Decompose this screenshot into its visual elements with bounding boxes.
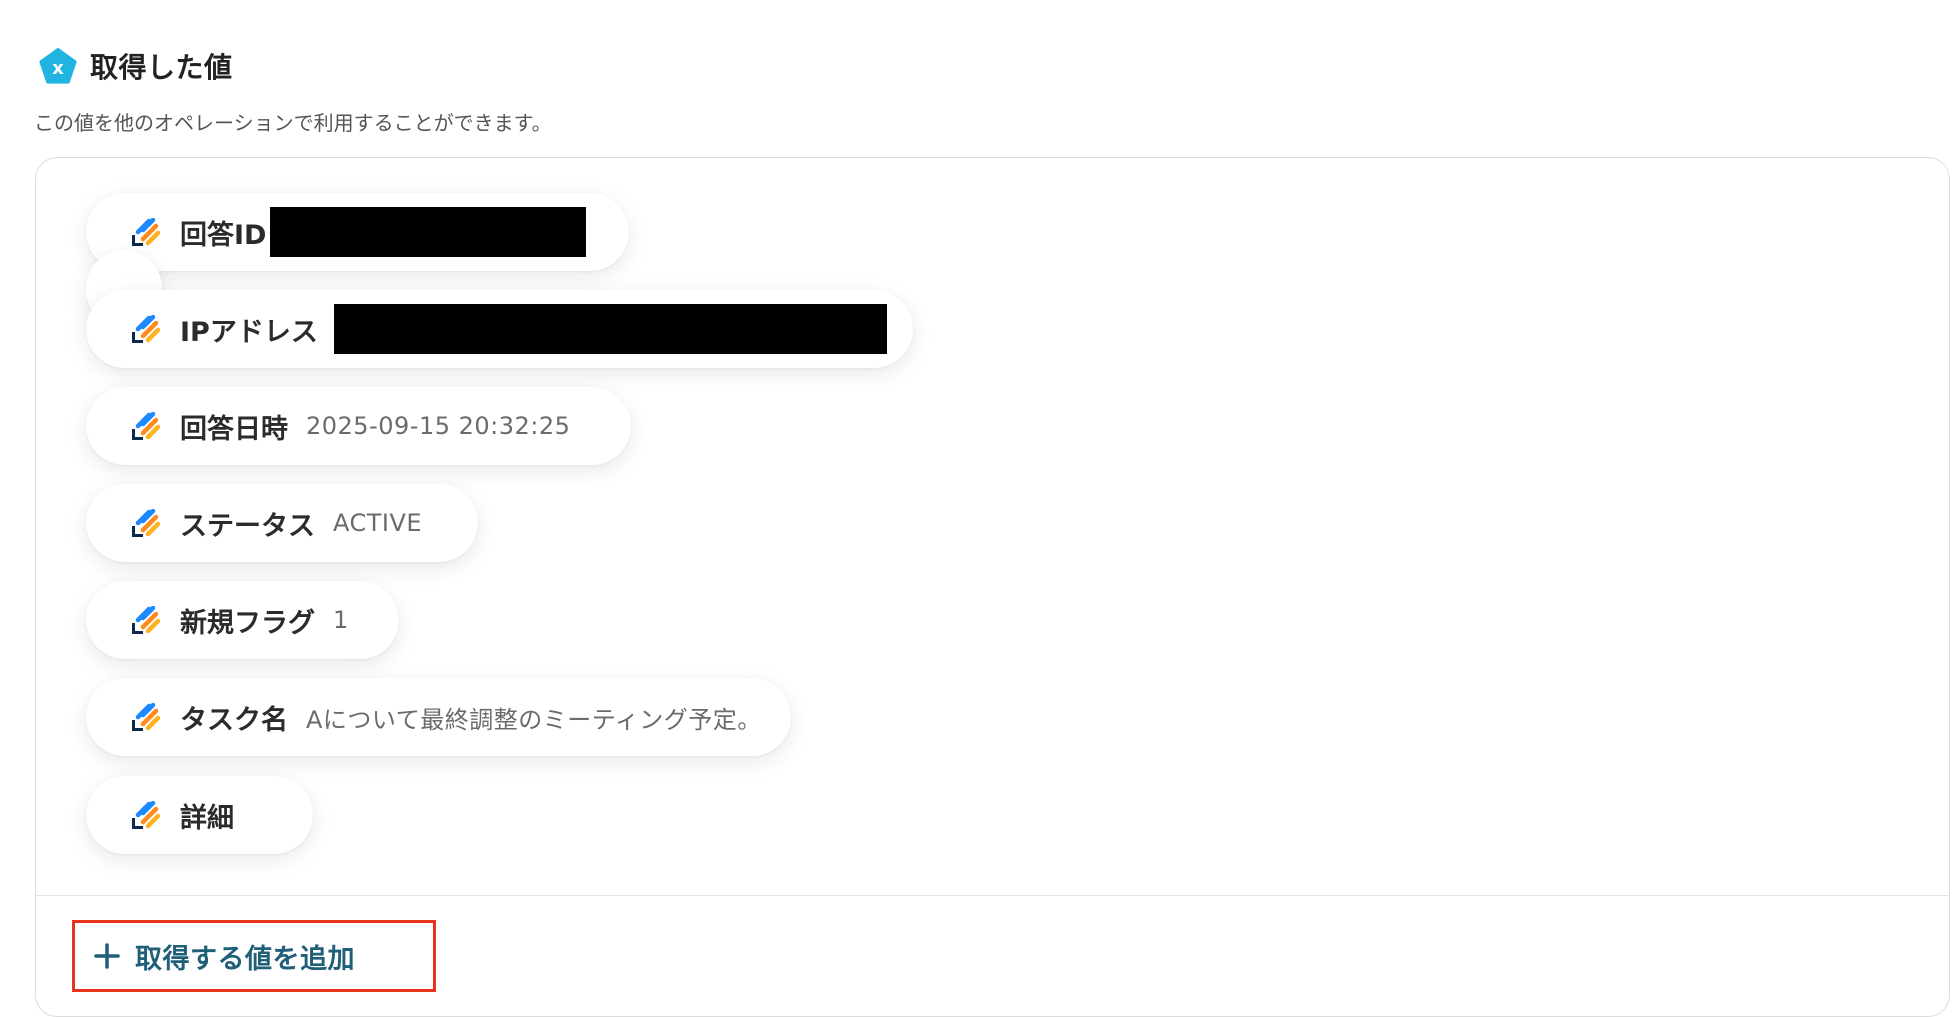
section-title: 取得した値	[90, 51, 233, 84]
value-chip-status[interactable]: ステータス ACTIVE	[86, 484, 478, 562]
chip-label: 新規フラグ	[180, 607, 315, 639]
section-header: x 取得した値	[37, 45, 233, 87]
app-stripes-icon	[132, 412, 160, 440]
value-chip-ip[interactable]: IPアドレス	[86, 290, 913, 368]
add-value-button[interactable]: 取得する値を追加	[72, 920, 436, 992]
chip-label: タスク名	[180, 704, 288, 736]
app-stripes-icon	[132, 703, 160, 731]
app-stripes-icon	[132, 315, 160, 343]
chip-label: 回答日時	[180, 413, 288, 445]
chip-label: 回答ID	[180, 219, 267, 251]
svg-text:x: x	[52, 58, 64, 79]
chip-value: Aについて最終調整のミーティング予定。	[306, 705, 762, 734]
app-stripes-icon	[132, 509, 160, 537]
redacted-value	[333, 304, 887, 354]
value-chip-response-id[interactable]: 回答ID	[86, 193, 629, 271]
panel-divider	[36, 895, 1949, 896]
app-stripes-icon	[132, 801, 160, 829]
app-stripes-icon	[132, 218, 160, 246]
value-chip-response-datetime[interactable]: 回答日時 2025-09-15 20:32:25	[86, 387, 631, 465]
value-chip-details[interactable]: 詳細	[86, 776, 313, 854]
redacted-value	[270, 207, 587, 257]
value-chip-new-flag[interactable]: 新規フラグ 1	[86, 581, 399, 659]
plus-icon	[94, 943, 120, 969]
app-stripes-icon	[132, 606, 160, 634]
chip-label: 詳細	[180, 802, 234, 834]
pentagon-x-icon: x	[39, 47, 77, 84]
acquired-values-panel: 回答ID IPアドレス 回答日時 2025-09-15 20:32:25 ステー…	[35, 157, 1950, 1017]
chip-label: IPアドレス	[180, 316, 318, 348]
chip-label: ステータス	[180, 510, 315, 542]
add-value-label: 取得する値を追加	[135, 943, 355, 975]
chip-value: 1	[333, 606, 349, 634]
section-description: この値を他のオペレーションで利用することができます。	[34, 111, 552, 135]
chip-value: ACTIVE	[333, 509, 423, 537]
chip-value: 2025-09-15 20:32:25	[306, 412, 571, 440]
value-chip-task-name[interactable]: タスク名 Aについて最終調整のミーティング予定。	[86, 678, 791, 756]
